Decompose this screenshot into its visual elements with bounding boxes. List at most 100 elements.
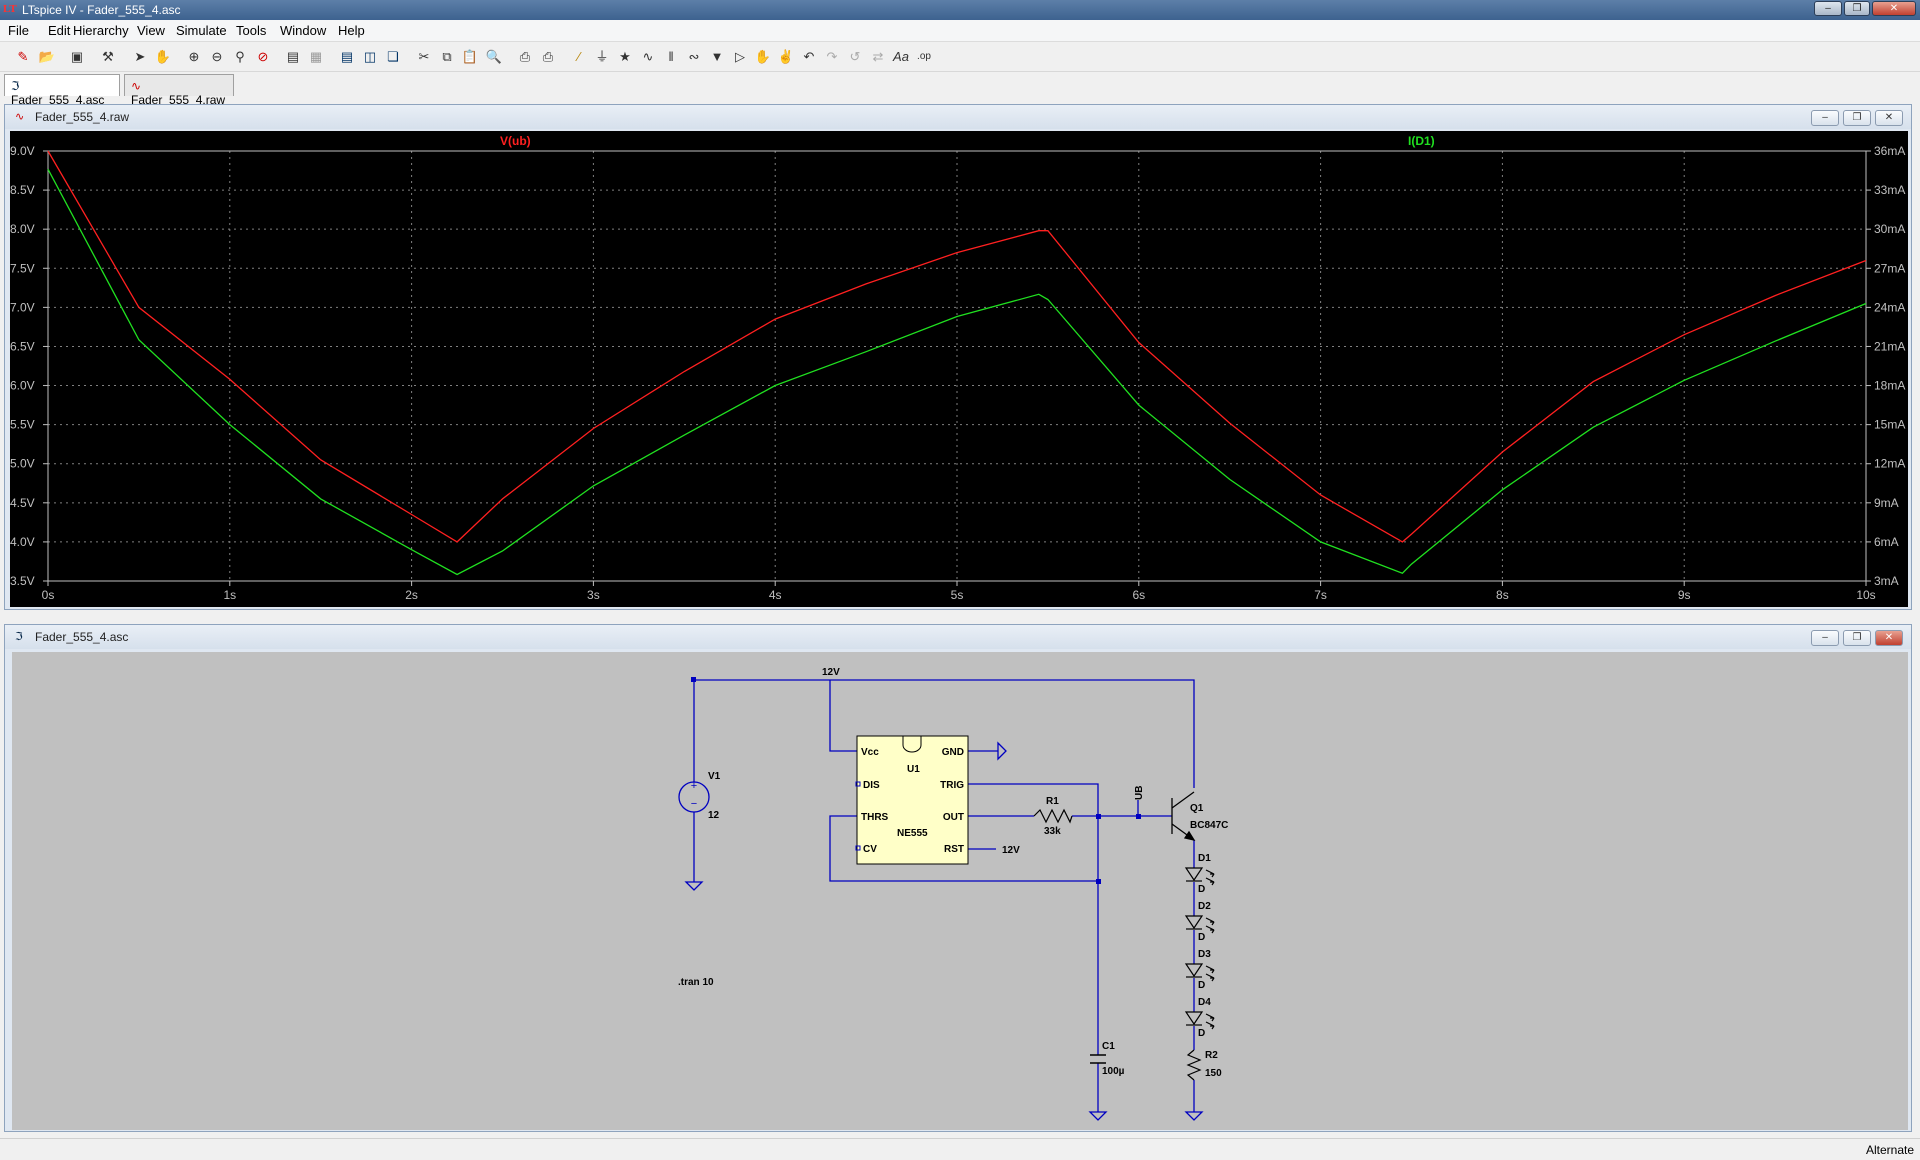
d4-name: D4 (1198, 997, 1211, 1008)
r2-resistor[interactable] (1186, 1049, 1202, 1081)
wire-trig (968, 783, 1099, 881)
pin-cv-label: CV (863, 844, 877, 855)
c1-capacitor[interactable] (1090, 1054, 1106, 1064)
c1-name: C1 (1102, 1041, 1115, 1052)
y-right-tick-label: 15mA (1874, 418, 1905, 432)
copy-icon[interactable]: ⧉ (438, 48, 456, 66)
zoom-cancel-icon[interactable]: ⊘ (254, 48, 272, 66)
tab-waveform[interactable]: ∿Fader_555_4.raw (124, 74, 234, 107)
open-icon[interactable]: 📂 (38, 48, 56, 66)
drag-icon[interactable]: ✌ (777, 48, 795, 66)
menu-hierarchy[interactable]: Hierarchy (73, 23, 129, 38)
halt-icon[interactable]: ✋ (154, 48, 172, 66)
d4-led[interactable] (1184, 1011, 1215, 1030)
inductor-icon[interactable]: ∾ (685, 48, 703, 66)
d1-led[interactable] (1184, 867, 1215, 886)
rotate-icon[interactable]: ↺ (846, 48, 864, 66)
schematic-canvas[interactable]: + − V1 12 12V 12V UB Vcc GND U1 DIS TRIG… (12, 652, 1908, 1130)
menu-help[interactable]: Help (338, 23, 365, 38)
restore-button[interactable]: ❐ (1843, 630, 1871, 646)
menu-tools[interactable]: Tools (236, 23, 266, 38)
net-label-12v-rst: 12V (1002, 845, 1020, 856)
v1-voltage-source[interactable]: + − (678, 780, 710, 813)
ground-icon (684, 881, 704, 891)
menu-window[interactable]: Window (280, 23, 326, 38)
close-button[interactable]: ✕ (1875, 110, 1903, 126)
y-right-tick-label: 3mA (1874, 574, 1899, 588)
spice-directive[interactable]: .tran 10 (678, 977, 714, 988)
print-icon[interactable]: ⎙ (539, 48, 557, 66)
y-right-tick-label: 33mA (1874, 183, 1905, 197)
junction-dot (691, 677, 696, 682)
x-tick-label: 0s (42, 588, 55, 602)
waveform-plot[interactable]: 0s 1s 2s 3s 4s 5s 6s 7s 8s 9s 10s 9.0V 8.5V 8.0V 7.5V 7… (10, 131, 1908, 607)
r1-name: R1 (1046, 796, 1059, 807)
menu-edit[interactable]: Edit (48, 23, 70, 38)
maximize-button[interactable]: ❐ (1844, 1, 1870, 16)
minimize-button[interactable]: – (1814, 1, 1842, 16)
paste-icon[interactable]: 📋 (461, 48, 479, 66)
capacitor-icon[interactable]: ‖ (662, 48, 680, 66)
find-icon[interactable]: 🔍 (485, 48, 503, 66)
y-left-tick-label: 6.0V (10, 379, 35, 393)
redo-icon[interactable]: ↷ (823, 48, 841, 66)
ground-icon[interactable]: ⏚ (593, 48, 611, 66)
menu-file[interactable]: File (8, 23, 29, 38)
q1-name: Q1 (1190, 803, 1204, 814)
minimize-button[interactable]: – (1811, 630, 1839, 646)
mirror-icon[interactable]: ⇄ (869, 48, 887, 66)
spice-directive-icon[interactable]: .op (915, 48, 933, 66)
tile-vertical-icon[interactable]: ◫ (361, 48, 379, 66)
draw-wire-icon[interactable]: ∕ (570, 48, 588, 66)
resistor-icon[interactable]: ∿ (639, 48, 657, 66)
junction-dot (1136, 814, 1141, 819)
x-tick-label: 8s (1496, 588, 1509, 602)
status-text: Alternate (1865, 1143, 1914, 1157)
save-icon[interactable]: ▣ (68, 48, 86, 66)
zoom-in-icon[interactable]: ⊕ (185, 48, 203, 66)
y-left-tick-label: 9.0V (10, 144, 35, 158)
schematic-window-title: Fader_555_4.asc (35, 630, 129, 644)
zoom-fit-icon[interactable]: ⚲ (231, 48, 249, 66)
restore-button[interactable]: ❐ (1843, 110, 1871, 126)
menu-simulate[interactable]: Simulate (176, 23, 227, 38)
tile-horizontal-icon[interactable]: ▤ (338, 48, 356, 66)
move-icon[interactable]: ✋ (754, 48, 772, 66)
d3-led[interactable] (1184, 963, 1215, 982)
text-icon[interactable]: Aa (892, 48, 910, 66)
diode-icon[interactable]: ▼ (708, 48, 726, 66)
new-schematic-icon[interactable]: ✎ (14, 48, 32, 66)
cut-icon[interactable]: ✂ (415, 48, 433, 66)
undo-icon[interactable]: ↶ (800, 48, 818, 66)
zoom-out-icon[interactable]: ⊖ (208, 48, 226, 66)
minimize-button[interactable]: – (1811, 110, 1839, 126)
edit-attributes-icon[interactable]: ▦ (307, 48, 325, 66)
u1-part: NE555 (897, 828, 928, 839)
label-net-icon[interactable]: ★ (616, 48, 634, 66)
y-left-tick-label: 8.0V (10, 222, 35, 236)
c1-value: 100µ (1102, 1066, 1125, 1077)
v1-value: 12 (708, 810, 720, 821)
print-preview-icon[interactable]: ⎙ (516, 48, 534, 66)
run-icon[interactable]: ➤ (131, 48, 149, 66)
tab-schematic[interactable]: ℑFader_555_4.asc (4, 74, 120, 107)
d2-led[interactable] (1184, 915, 1215, 934)
legend-entry: I(D1) (1408, 134, 1435, 148)
pin-gnd-label: GND (942, 747, 964, 758)
title-bar: LT LTspice IV - Fader_555_4.asc – ❐ ✕ (0, 0, 1920, 20)
y-left-tick-label: 4.0V (10, 535, 35, 549)
q1-part: BC847C (1190, 820, 1228, 831)
y-right-tick-label: 9mA (1874, 496, 1899, 510)
pin-rst-label: RST (944, 844, 964, 855)
q1-npn-transistor[interactable] (1171, 791, 1196, 841)
r1-resistor[interactable] (1033, 808, 1073, 824)
control-panel-icon[interactable]: ⚒ (99, 48, 117, 66)
close-button[interactable]: ✕ (1875, 630, 1903, 646)
component-icon[interactable]: ▷ (731, 48, 749, 66)
status-bar: Alternate (0, 1138, 1920, 1160)
close-button[interactable]: ✕ (1872, 1, 1916, 16)
y-right-tick-label: 30mA (1874, 222, 1905, 236)
autorange-icon[interactable]: ▤ (284, 48, 302, 66)
menu-view[interactable]: View (137, 23, 165, 38)
cascade-icon[interactable]: ❏ (384, 48, 402, 66)
